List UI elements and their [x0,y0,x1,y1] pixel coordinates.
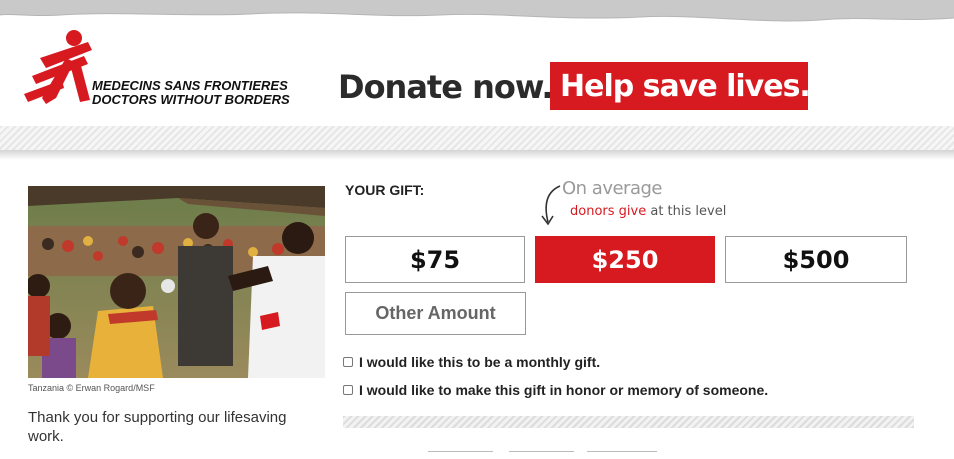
form-stripe-divider [343,416,914,428]
tagline-highlight-box: Help save lives. [550,62,811,110]
monthly-gift-option[interactable]: I would like this to be a monthly gift. [343,354,600,370]
tribute-gift-option[interactable]: I would like to make this gift in honor … [343,382,768,398]
field-photo [28,186,325,378]
average-note-line1: On average [562,178,663,199]
amount-button-250[interactable]: $250 [535,236,715,283]
logo-text-english: DOCTORS WITHOUT BORDERS [92,92,290,107]
average-note-rest: at this level [646,204,727,219]
thank-you-text: Thank you for supporting our lifesaving … [28,409,287,445]
amount-button-75[interactable]: $75 [345,236,525,283]
header-stripe-divider [0,126,954,150]
tagline-help-save-lives: Help save lives. [560,69,811,104]
site-header: MEDECINS SANS FRONTIERES DOCTORS WITHOUT… [0,26,954,126]
torn-edge-graphic [0,0,954,22]
average-note-line2: donors give at this level [570,204,726,219]
logo-text-french: MEDECINS SANS FRONTIERES [92,78,288,93]
average-gift-note: On average donors give at this level [540,178,726,232]
header-shadow [0,150,954,160]
tribute-gift-checkbox[interactable] [343,385,353,395]
amount-button-500[interactable]: $500 [725,236,907,283]
msf-logo[interactable]: MEDECINS SANS FRONTIERES DOCTORS WITHOUT… [22,28,292,110]
other-amount-button[interactable]: Other Amount [345,292,526,335]
photo-caption: Tanzania © Erwan Rogard/MSF [28,383,155,393]
average-note-emphasis: donors give [570,204,647,219]
monthly-gift-label: I would like this to be a monthly gift. [359,354,601,370]
monthly-gift-checkbox[interactable] [343,357,353,367]
top-band [0,0,954,26]
medical-clinic-photo [28,186,325,378]
tribute-gift-label: I would like to make this gift in honor … [359,382,769,398]
tagline-donate-now: Donate now. [338,68,553,106]
your-gift-label: YOUR GIFT: [345,182,425,198]
